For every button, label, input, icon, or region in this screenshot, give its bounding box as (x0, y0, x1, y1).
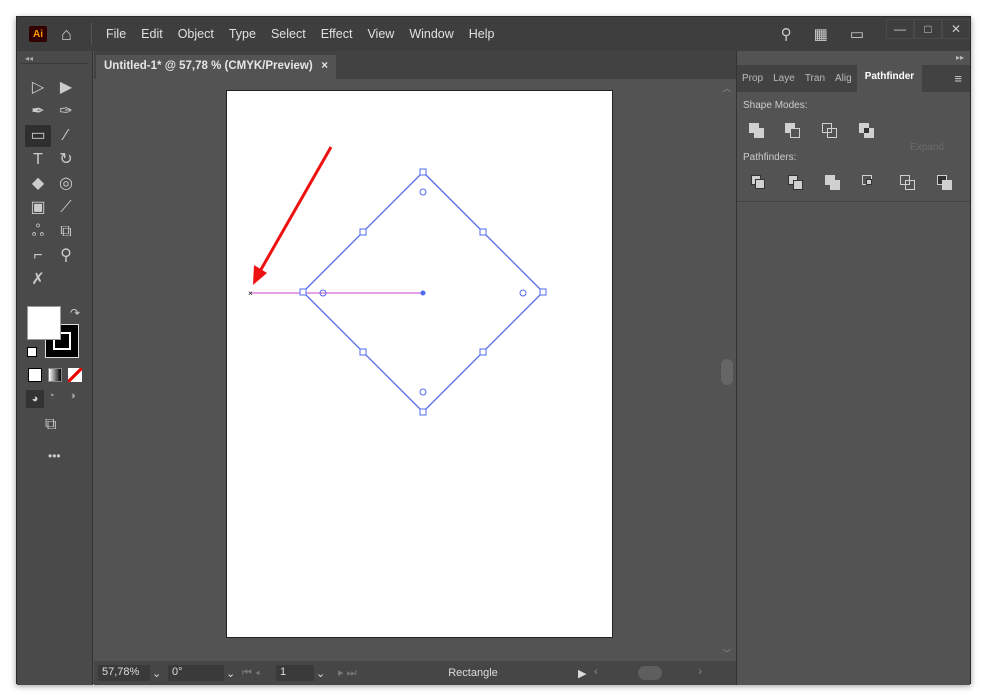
pathfinders-label: Pathfinders: (743, 152, 797, 163)
tab-layers[interactable]: Laye (768, 73, 800, 92)
exclude-icon[interactable] (859, 123, 875, 139)
status-bar: 57,78% ⌄ 0° ⌄ ⏮ ◂ 1 ⌄ ▸ ⏭ Rectangle ▶ ‹ › (94, 661, 736, 685)
status-menu-icon[interactable]: ▶ (578, 667, 594, 680)
annotation-arrow (257, 146, 333, 274)
outline-icon[interactable] (900, 175, 916, 191)
minus-front-icon[interactable] (785, 123, 801, 139)
tab-pathfinder[interactable]: Pathfinder (856, 65, 923, 92)
horizontal-scrollbar[interactable]: ‹ › (594, 666, 704, 680)
current-tool-label: Rectangle (448, 667, 498, 679)
divide-icon[interactable] (751, 175, 767, 191)
zoom-dropdown-icon[interactable]: ⌄ (152, 667, 168, 680)
tab-align[interactable]: Alig (830, 73, 857, 92)
rotation-field[interactable]: 0° (168, 665, 224, 681)
vertical-scrollbar[interactable]: ︿ ﹀ (719, 79, 736, 661)
artboard-dropdown-icon[interactable]: ⌄ (316, 667, 338, 680)
panel-divider (737, 201, 970, 202)
rotation-dropdown-icon[interactable]: ⌄ (226, 667, 242, 680)
expand-panels-icon[interactable]: ▸▸ (956, 53, 964, 62)
merge-icon[interactable] (825, 175, 841, 191)
expand-button[interactable]: Expand (897, 139, 957, 157)
panel-tabs: Prop Laye Tran Alig Pathfinder ≡ (737, 65, 970, 92)
unite-icon[interactable] (749, 123, 765, 139)
center-point (420, 290, 426, 296)
zoom-field[interactable]: 57,78% (98, 665, 150, 681)
pathfinder-panel: ▸▸ Prop Laye Tran Alig Pathfinder ≡ Shap… (736, 51, 970, 685)
scroll-thumb[interactable] (721, 359, 733, 385)
next-last-artboard-icon[interactable]: ▸ ⏭ (338, 666, 368, 680)
first-prev-artboard-icon[interactable]: ⏮ ◂ (242, 667, 276, 680)
trim-icon[interactable] (788, 175, 804, 191)
panel-menu-icon[interactable]: ≡ (946, 71, 970, 92)
anchor-x-marker: × (248, 289, 253, 298)
artboard-number-field[interactable]: 1 (276, 665, 314, 681)
tab-properties[interactable]: Prop (737, 73, 768, 92)
annotation-arrowhead (253, 265, 267, 285)
fill-swatch[interactable] (27, 306, 61, 340)
minus-back-icon[interactable] (937, 175, 953, 191)
crop-icon[interactable] (862, 175, 878, 191)
illustrator-window: Ai ⌂ File Edit Object Type Select Effect… (16, 16, 971, 685)
intersect-icon[interactable] (822, 123, 838, 139)
tab-transform[interactable]: Tran (800, 73, 830, 92)
shape-modes-label: Shape Modes: (743, 100, 808, 111)
